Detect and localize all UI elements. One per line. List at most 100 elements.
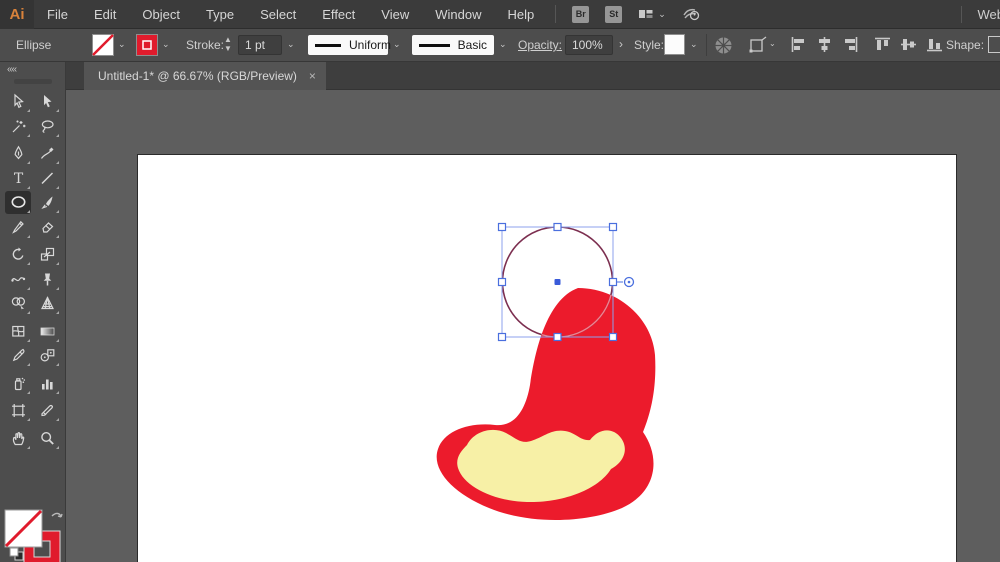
eraser-tool[interactable] <box>34 216 60 239</box>
svg-text:T: T <box>13 171 23 187</box>
center-point-handle[interactable] <box>555 279 561 285</box>
selection-tool[interactable] <box>5 90 31 113</box>
bridge-button[interactable]: Br <box>572 6 589 23</box>
workspace-divider <box>961 6 962 23</box>
menu-bar: Ai FileEditObjectTypeSelectEffectViewWin… <box>0 0 1000 29</box>
stock-button[interactable]: St <box>605 6 622 23</box>
symbol-sprayer-tool[interactable] <box>5 372 31 395</box>
paintbrush-tool[interactable] <box>34 191 60 214</box>
menu-file[interactable]: File <box>34 0 81 29</box>
horizontal-align-center-icon[interactable] <box>816 36 833 56</box>
mesh-tool[interactable] <box>5 320 31 343</box>
width-profile-dropdown[interactable]: Uniform <box>308 35 388 55</box>
menu-select[interactable]: Select <box>247 0 309 29</box>
illustrator-window: Ai FileEditObjectTypeSelectEffectViewWin… <box>0 0 1000 562</box>
workspace-switcher[interactable]: Web <box>978 0 1000 29</box>
fill-chevron-icon[interactable]: ⌄ <box>118 39 126 50</box>
hand-tool[interactable] <box>5 427 31 450</box>
lasso-tool[interactable] <box>34 115 60 138</box>
line-segment-tool[interactable] <box>34 167 60 190</box>
magic-wand-tool[interactable] <box>5 115 31 138</box>
recolor-artwork-icon[interactable] <box>714 36 733 55</box>
perspective-grid-tool[interactable] <box>34 292 60 315</box>
scale-tool[interactable] <box>34 243 60 266</box>
document-tab[interactable]: Untitled-1* @ 66.67% (RGB/Preview) × <box>84 62 326 90</box>
stroke-weight-chevron-icon[interactable]: ⌄ <box>287 39 295 50</box>
artboard-tool[interactable] <box>5 399 31 422</box>
zoom-tool[interactable] <box>34 427 60 450</box>
column-graph-tool[interactable] <box>34 372 60 395</box>
curvature-tool[interactable] <box>34 142 60 165</box>
width-tool[interactable] <box>5 268 31 291</box>
fill-color-swatch[interactable] <box>5 510 42 547</box>
horizontal-align-right-icon[interactable] <box>842 36 859 56</box>
menu-edit[interactable]: Edit <box>81 0 129 29</box>
style-swatch[interactable] <box>664 34 685 55</box>
selection-handle[interactable] <box>554 224 561 231</box>
collapse-panel-icon[interactable]: «« <box>7 64 16 75</box>
vertical-align-center-icon[interactable] <box>900 36 917 56</box>
stroke-weight-field[interactable]: 1 pt <box>238 35 282 55</box>
selection-handle[interactable] <box>499 279 506 286</box>
shape-mode-icon[interactable] <box>988 36 1000 53</box>
menu-help[interactable]: Help <box>494 0 547 29</box>
brush-definition-dropdown[interactable]: Basic <box>412 35 494 55</box>
type-tool[interactable]: T <box>5 167 31 190</box>
swap-fill-stroke-icon[interactable] <box>52 513 62 517</box>
stroke-weight-label: Stroke: <box>186 38 224 52</box>
menu-window[interactable]: Window <box>422 0 494 29</box>
brush-chevron-icon[interactable]: ⌄ <box>499 39 507 50</box>
gpu-performance-icon[interactable] <box>682 6 700 22</box>
menu-effect[interactable]: Effect <box>309 0 368 29</box>
width-profile-chevron-icon[interactable]: ⌄ <box>393 39 401 50</box>
vertical-align-top-icon[interactable] <box>874 36 891 56</box>
fill-swatch[interactable] <box>92 34 114 56</box>
tab-close-icon[interactable]: × <box>309 69 316 83</box>
vertical-align-bottom-icon[interactable] <box>926 36 943 56</box>
shape-mode-label: Shape: <box>946 38 984 52</box>
opacity-label[interactable]: Opacity: <box>518 38 562 52</box>
transform-icon[interactable] <box>748 36 768 55</box>
selection-handle[interactable] <box>499 224 506 231</box>
selection-handle[interactable] <box>610 224 617 231</box>
illustrator-logo[interactable]: Ai <box>0 0 34 29</box>
shape-builder-tool[interactable] <box>5 292 31 315</box>
selection-handle[interactable] <box>499 334 506 341</box>
direct-selection-tool[interactable] <box>34 90 60 113</box>
arrange-documents-icon[interactable]: ⌄ <box>638 7 666 21</box>
selection-type-label: Ellipse <box>16 38 51 52</box>
free-transform-tool[interactable] <box>34 268 60 291</box>
fill-stroke-indicator <box>3 508 65 562</box>
selection-handle[interactable] <box>554 334 561 341</box>
rotate-widget-dot <box>628 281 631 284</box>
profile-line-preview <box>315 44 341 47</box>
eyedropper-tool[interactable] <box>5 344 31 367</box>
opacity-expand-icon[interactable]: › <box>619 37 623 51</box>
gradient-tool[interactable] <box>34 320 60 343</box>
ellipse-tool[interactable] <box>5 191 31 214</box>
stroke-chevron-icon[interactable]: ⌄ <box>162 39 170 50</box>
slice-tool[interactable] <box>34 399 60 422</box>
menu-items: FileEditObjectTypeSelectEffectViewWindow… <box>34 0 547 29</box>
menu-type[interactable]: Type <box>193 0 247 29</box>
pen-tool[interactable] <box>5 142 31 165</box>
controlbar-divider <box>706 34 707 56</box>
transform-chevron-icon[interactable]: ⌄ <box>769 39 776 48</box>
menu-view[interactable]: View <box>368 0 422 29</box>
horizontal-align-left-icon[interactable] <box>790 36 807 56</box>
opacity-field[interactable]: 100% <box>565 35 613 55</box>
style-chevron-icon[interactable]: ⌄ <box>690 39 698 50</box>
stroke-swatch[interactable] <box>136 34 158 56</box>
menu-object[interactable]: Object <box>129 0 193 29</box>
panel-grip[interactable] <box>14 79 52 84</box>
selection-handle[interactable] <box>610 334 617 341</box>
stroke-weight-stepper[interactable]: ▲▼ <box>224 35 232 53</box>
artwork-canvas[interactable] <box>137 154 957 562</box>
rotate-tool[interactable] <box>5 243 31 266</box>
selection-handle[interactable] <box>610 279 617 286</box>
brush-line-preview <box>419 44 450 47</box>
pencil-tool[interactable] <box>5 216 31 239</box>
default-fill-stroke-icon[interactable] <box>10 548 23 560</box>
menubar-divider <box>555 5 556 23</box>
blend-tool[interactable] <box>34 344 60 367</box>
